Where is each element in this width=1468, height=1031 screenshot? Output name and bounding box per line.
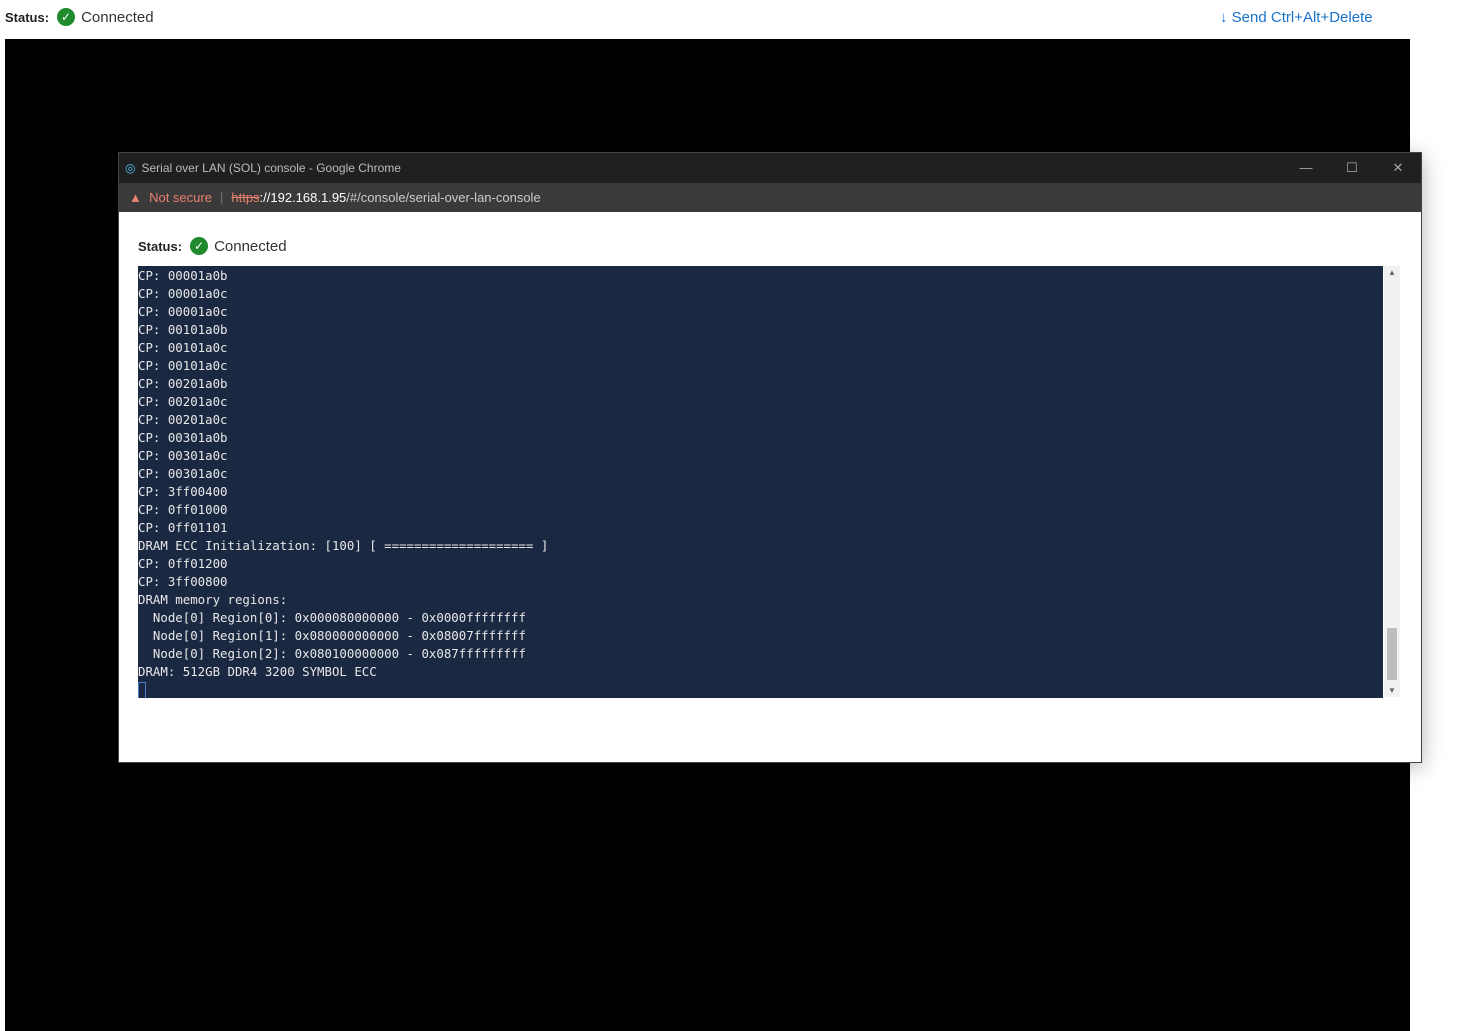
- terminal-line: CP: 0ff01101: [138, 520, 228, 535]
- status-value: Connected: [214, 237, 287, 255]
- terminal-line: Node[0] Region[0]: 0x000080000000 - 0x00…: [138, 610, 526, 625]
- send-cad-label: Send Ctrl+Alt+Delete: [1231, 9, 1373, 26]
- terminal-line: DRAM ECC Initialization: [100] [ =======…: [138, 538, 549, 553]
- check-circle-icon: ✓: [57, 8, 76, 26]
- terminal-line: CP: 00201a0c: [138, 412, 228, 427]
- terminal-line: CP: 00001a0b: [138, 268, 228, 283]
- terminal-line: CP: 00301a0c: [138, 466, 228, 481]
- status-label: Status:: [138, 238, 183, 254]
- minimize-button[interactable]: —: [1283, 160, 1329, 176]
- sol-popup-window: ◎ Serial over LAN (SOL) console - Google…: [118, 152, 1422, 763]
- status-label: Status:: [5, 9, 50, 25]
- window-title: Serial over LAN (SOL) console - Google C…: [141, 161, 401, 175]
- terminal-line: CP: 00001a0c: [138, 304, 228, 319]
- window-titlebar[interactable]: ◎ Serial over LAN (SOL) console - Google…: [119, 153, 1421, 183]
- terminal-line: CP: 00301a0b: [138, 430, 228, 445]
- check-circle-icon: ✓: [190, 237, 209, 255]
- terminal-cursor: [138, 682, 146, 698]
- terminal-line: CP: 0ff01200: [138, 556, 228, 571]
- arrow-down-icon: ↓: [1220, 9, 1232, 26]
- terminal-line: CP: 00101a0b: [138, 322, 228, 337]
- popup-status: Status: ✓ Connected: [138, 237, 287, 255]
- terminal-line: CP: 3ff00800: [138, 574, 228, 589]
- terminal-output[interactable]: CP: 00001a0b CP: 00001a0c CP: 00001a0c CP: …: [138, 266, 1383, 698]
- warning-icon: ▲: [129, 190, 150, 205]
- scroll-down-icon[interactable]: ▼: [1388, 686, 1396, 695]
- chrome-app-icon: ◎: [125, 161, 136, 175]
- terminal-line: CP: 3ff00400: [138, 484, 228, 499]
- terminal-scrollbar[interactable]: ▲ ▼: [1384, 266, 1400, 697]
- terminal-line: DRAM memory regions:: [138, 592, 288, 607]
- url-path: /#/console/serial-over-lan-console: [346, 190, 541, 205]
- separator: |: [219, 190, 224, 205]
- scrollbar-thumb[interactable]: [1387, 628, 1397, 680]
- terminal-line: Node[0] Region[1]: 0x080000000000 - 0x08…: [138, 628, 526, 643]
- url-scheme: https: [231, 190, 260, 205]
- close-button[interactable]: ✕: [1375, 160, 1421, 176]
- not-secure-label: Not secure: [149, 190, 212, 205]
- status-bar: Status: ✓ Connected: [5, 8, 154, 26]
- terminal-line: CP: 00301a0c: [138, 448, 228, 463]
- terminal-line: CP: 00201a0c: [138, 394, 228, 409]
- scroll-up-icon[interactable]: ▲: [1388, 268, 1396, 277]
- status-value: Connected: [81, 8, 154, 26]
- terminal-line: CP: 0ff01000: [138, 502, 228, 517]
- maximize-button[interactable]: ☐: [1329, 160, 1375, 176]
- terminal-line: DRAM: 512GB DDR4 3200 SYMBOL ECC: [138, 664, 377, 679]
- address-bar[interactable]: ▲ Not secure | https://192.168.1.95/#/co…: [119, 183, 1421, 212]
- send-ctrl-alt-delete-button[interactable]: ↓ Send Ctrl+Alt+Delete: [1220, 9, 1373, 26]
- terminal-line: CP: 00101a0c: [138, 340, 228, 355]
- terminal-line: CP: 00201a0b: [138, 376, 228, 391]
- terminal-line: CP: 00001a0c: [138, 286, 228, 301]
- terminal-line: Node[0] Region[2]: 0x080100000000 - 0x08…: [138, 646, 526, 661]
- terminal-line: CP: 00101a0c: [138, 358, 228, 373]
- url-host: ://192.168.1.95: [259, 190, 347, 205]
